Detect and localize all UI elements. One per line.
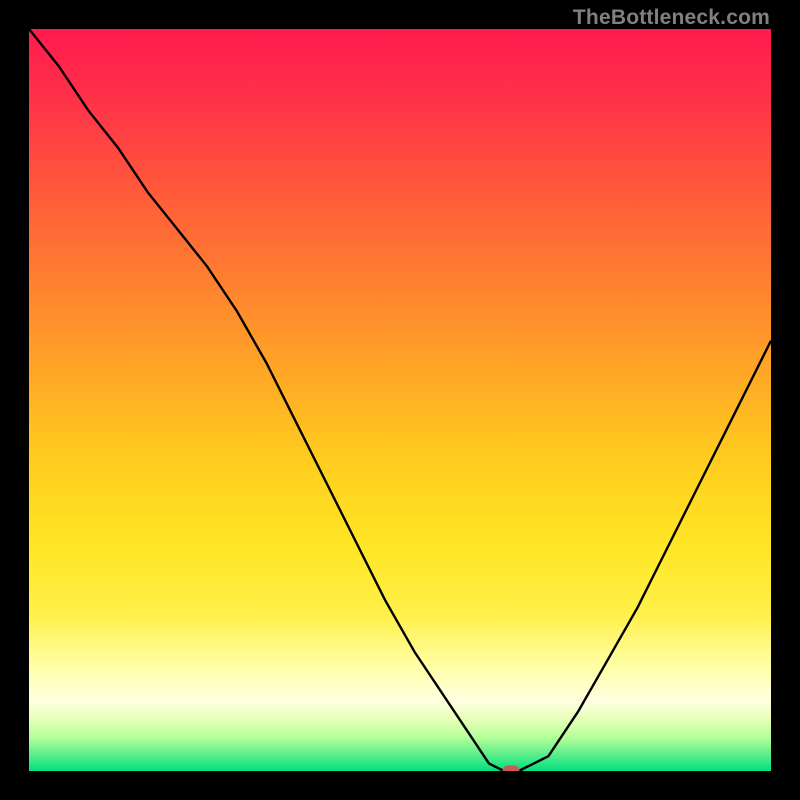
bottleneck-curve — [29, 29, 771, 771]
chart-frame: TheBottleneck.com — [0, 0, 800, 800]
curve-layer — [29, 29, 771, 771]
optimum-marker — [503, 766, 520, 772]
watermark-text: TheBottleneck.com — [573, 6, 770, 30]
plot-area — [29, 29, 771, 771]
